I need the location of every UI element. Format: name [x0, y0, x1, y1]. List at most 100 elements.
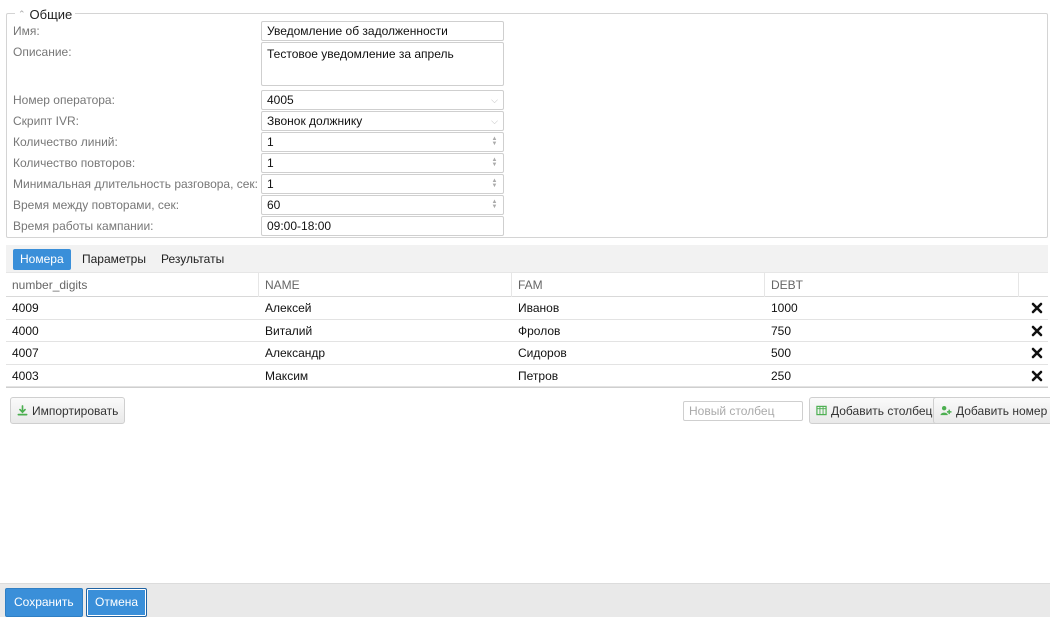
row-actions-cell — [1019, 365, 1048, 387]
retry-interval-label: Время между повторами, сек: — [13, 198, 180, 212]
ivr-script-select[interactable]: Звонок должнику ⌵ — [261, 111, 504, 131]
row-actions-cell — [1019, 342, 1048, 364]
fieldset-legend[interactable]: ⌃ Общие — [15, 6, 76, 22]
name-value: Уведомление об задолженности — [267, 24, 448, 38]
debt-cell[interactable]: 1000 — [765, 297, 1019, 319]
operator-number-label: Номер оператора: — [13, 93, 115, 107]
lines-count-spinner[interactable]: 1 ▲ ▼ — [261, 132, 504, 152]
new-column-input[interactable]: Новый столбец — [683, 401, 803, 421]
form-row-min-call-duration: Минимальная длительность разговора, сек:… — [7, 174, 1047, 194]
footer-bar: Сохранить Отмена — [0, 583, 1050, 617]
description-textarea[interactable]: Тестовое уведомление за апрель — [261, 42, 504, 86]
campaign-editor: ⌃ Общие Имя: Уведомление об задолженности… — [0, 0, 1050, 617]
tab-numbers[interactable]: Номера — [13, 249, 71, 270]
form-row-description: Описание: Тестовое уведомление за апрель — [7, 42, 1047, 86]
add-user-icon — [940, 406, 952, 416]
name-cell[interactable]: Виталий — [259, 320, 512, 342]
import-button-label: Импортировать — [32, 403, 119, 418]
name-cell[interactable]: Александр — [259, 342, 512, 364]
ivr-script-label: Скрипт IVR: — [13, 114, 79, 128]
numbers-table: number_digits NAME FAM DEBT 4009 Алексей И… — [6, 273, 1048, 388]
debt-cell[interactable]: 500 — [765, 342, 1019, 364]
add-column-button-label: Добавить столбец — [831, 403, 933, 418]
column-header-name[interactable]: NAME — [259, 273, 512, 297]
fam-cell[interactable]: Фролов — [512, 320, 765, 342]
column-header-fam[interactable]: FAM — [512, 273, 765, 297]
cancel-button[interactable]: Отмена — [86, 588, 148, 617]
description-value: Тестовое уведомление за апрель — [267, 47, 454, 61]
lines-count-label: Количество линий: — [13, 135, 118, 149]
close-icon[interactable] — [1031, 347, 1043, 359]
description-label: Описание: — [13, 45, 72, 59]
table-bottom-border — [6, 387, 1048, 388]
retries-count-spinner[interactable]: 1 ▲ ▼ — [261, 153, 504, 173]
retries-count-value: 1 — [267, 156, 274, 170]
name-cell[interactable]: Максим — [259, 365, 512, 387]
table-row[interactable]: 4007 Александр Сидоров 500 — [6, 342, 1048, 365]
debt-cell[interactable]: 250 — [765, 365, 1019, 387]
tab-results[interactable]: Результаты — [154, 249, 231, 270]
operator-number-select[interactable]: 4005 ⌵ — [261, 90, 504, 110]
close-icon[interactable] — [1031, 325, 1043, 337]
spinner-arrows-icon[interactable]: ▲ ▼ — [490, 157, 499, 169]
campaign-hours-value: 09:00-18:00 — [267, 219, 332, 233]
form-row-operator-number: Номер оператора: 4005 ⌵ — [7, 90, 1047, 110]
save-button[interactable]: Сохранить — [5, 588, 83, 617]
fieldset-title: Общие — [29, 6, 73, 22]
close-icon[interactable] — [1031, 302, 1043, 314]
row-actions-cell — [1019, 320, 1048, 342]
fam-cell[interactable]: Сидоров — [512, 342, 765, 364]
general-fieldset: ⌃ Общие Имя: Уведомление об задолженности… — [6, 6, 1048, 238]
lines-count-value: 1 — [267, 135, 274, 149]
chevron-down-icon[interactable]: ⌵ — [491, 94, 498, 106]
fam-cell[interactable]: Иванов — [512, 297, 765, 319]
retry-interval-value: 60 — [267, 198, 281, 212]
retry-interval-spinner[interactable]: 60 ▲ ▼ — [261, 195, 504, 215]
table-row[interactable]: 4003 Максим Петров 250 — [6, 364, 1048, 387]
fam-cell[interactable]: Петров — [512, 365, 765, 387]
number-digits-cell[interactable]: 4009 — [6, 297, 259, 319]
add-number-button[interactable]: Добавить номер — [933, 397, 1050, 424]
spinner-arrows-icon[interactable]: ▲ ▼ — [490, 136, 499, 148]
min-call-duration-spinner[interactable]: 1 ▲ ▼ — [261, 174, 504, 194]
form-row-campaign-hours: Время работы кампании: 09:00-18:00 — [7, 216, 1047, 236]
campaign-hours-label: Время работы кампании: — [13, 219, 154, 233]
form-row-lines-count: Количество линий: 1 ▲ ▼ — [7, 132, 1047, 152]
name-cell[interactable]: Алексей — [259, 297, 512, 319]
campaign-hours-input[interactable]: 09:00-18:00 — [261, 216, 504, 236]
debt-cell[interactable]: 750 — [765, 320, 1019, 342]
column-header-number-digits[interactable]: number_digits — [6, 273, 259, 297]
add-number-button-label: Добавить номер — [956, 403, 1048, 418]
min-call-duration-value: 1 — [267, 177, 274, 191]
tab-bar: Номера Параметры Результаты — [6, 245, 1048, 273]
chevron-up-icon[interactable]: ⌃ — [18, 9, 26, 19]
table-row[interactable]: 4009 Алексей Иванов 1000 — [6, 297, 1048, 320]
column-header-debt[interactable]: DEBT — [765, 273, 1019, 297]
chevron-down-icon[interactable]: ⌵ — [491, 115, 498, 127]
add-column-icon — [816, 405, 827, 416]
add-column-button[interactable]: Добавить столбец — [809, 397, 940, 424]
close-icon[interactable] — [1031, 370, 1043, 382]
number-digits-cell[interactable]: 4003 — [6, 365, 259, 387]
name-label: Имя: — [13, 24, 40, 38]
table-header: number_digits NAME FAM DEBT — [6, 273, 1048, 297]
column-header-actions — [1019, 273, 1048, 297]
tab-parameters[interactable]: Параметры — [75, 249, 153, 270]
operator-number-value: 4005 — [267, 93, 294, 107]
spinner-arrows-icon[interactable]: ▲ ▼ — [490, 178, 499, 190]
row-actions-cell — [1019, 297, 1048, 319]
form-row-retries-count: Количество повторов: 1 ▲ ▼ — [7, 153, 1047, 173]
form-row-retry-interval: Время между повторами, сек: 60 ▲ ▼ — [7, 195, 1047, 215]
ivr-script-value: Звонок должнику — [267, 114, 363, 128]
spinner-arrows-icon[interactable]: ▲ ▼ — [490, 199, 499, 211]
retries-count-label: Количество повторов: — [13, 156, 136, 170]
form-row-ivr-script: Скрипт IVR: Звонок должнику ⌵ — [7, 111, 1047, 131]
number-digits-cell[interactable]: 4000 — [6, 320, 259, 342]
table-row[interactable]: 4000 Виталий Фролов 750 — [6, 319, 1048, 342]
min-call-duration-label: Минимальная длительность разговора, сек: — [13, 177, 259, 191]
import-button[interactable]: Импортировать — [10, 397, 126, 424]
download-icon — [17, 405, 28, 416]
name-input[interactable]: Уведомление об задолженности — [261, 21, 504, 41]
number-digits-cell[interactable]: 4007 — [6, 342, 259, 364]
form-row-name: Имя: Уведомление об задолженности — [7, 21, 1047, 41]
